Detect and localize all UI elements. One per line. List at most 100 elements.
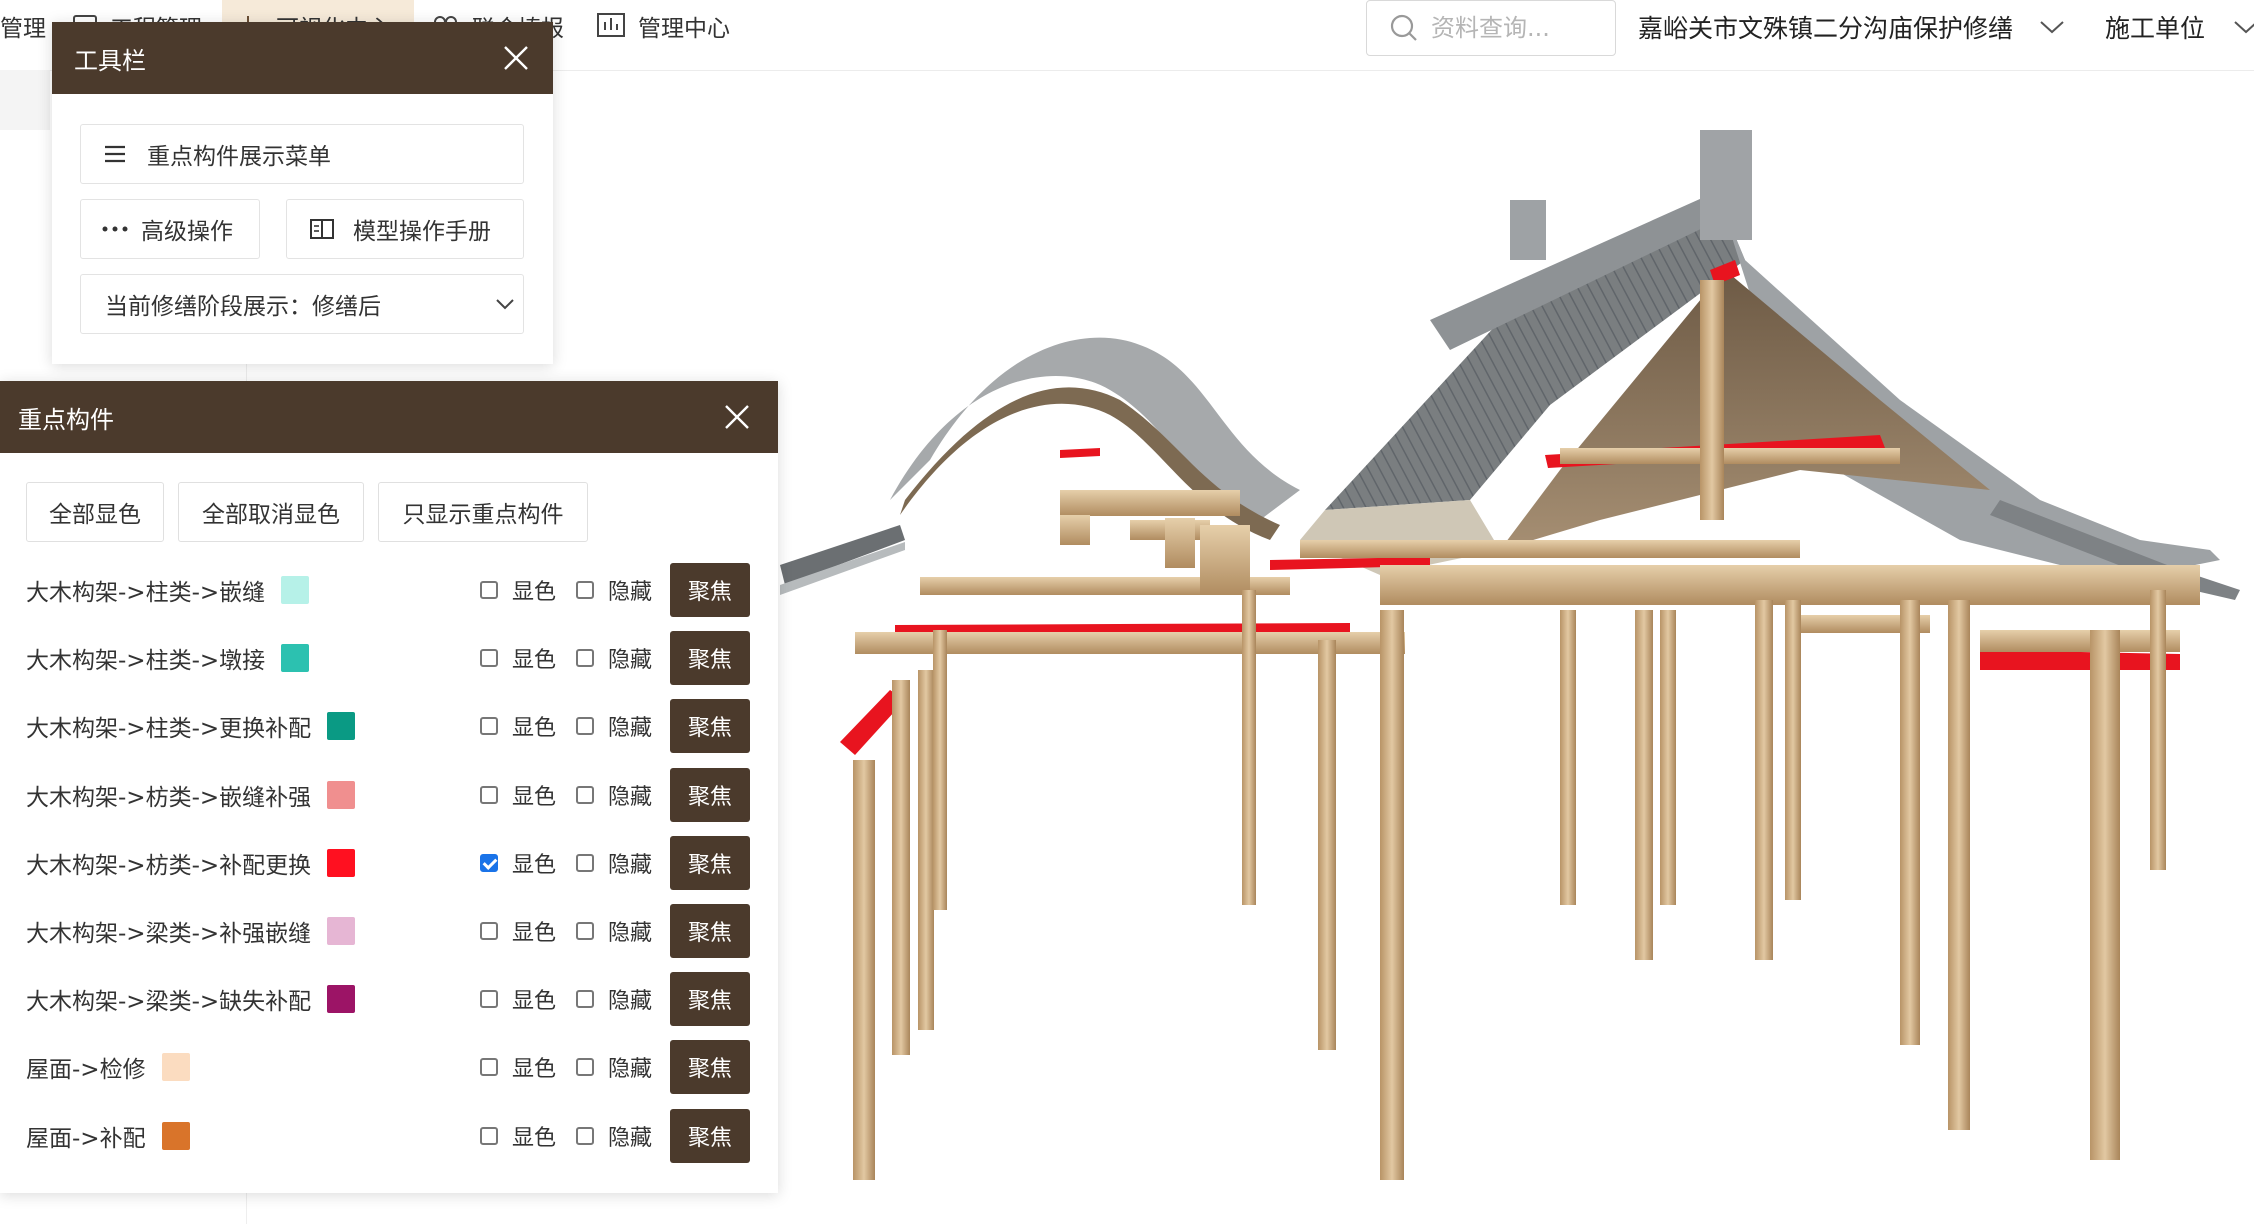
show-color-checkbox[interactable]: 显色 [480,965,556,1033]
component-row: 大木构架->柱类->墩接 显色 隐藏 聚焦 [0,624,778,692]
show-color-checkbox[interactable]: 显色 [480,1033,556,1101]
color-swatch [161,1121,190,1150]
button-label: 全部显色 [49,502,141,528]
button-label: 只显示重点构件 [402,502,564,528]
component-label-wrap: 屋面->补配 [26,1102,190,1170]
key-component-menu-button[interactable]: 重点构件展示菜单 [80,124,524,184]
advanced-ops-button[interactable]: 高级操作 [80,199,260,259]
chevron-down-icon [495,297,515,311]
nav-item-label: 管理中心 [638,16,730,42]
wood-beam [1560,448,1900,464]
component-row: 屋面->补配 显色 隐藏 聚焦 [0,1102,778,1170]
hide-checkbox[interactable]: 隐藏 [576,1033,652,1101]
close-icon[interactable] [724,404,750,430]
focus-button[interactable]: 聚焦 [670,767,750,822]
component-row: 大木构架->枋类->补配更换 显色 隐藏 聚焦 [0,829,778,897]
focus-button[interactable]: 聚焦 [670,1108,750,1163]
focus-button[interactable]: 聚焦 [670,563,750,617]
chevron-down-icon [2233,19,2254,35]
checkbox-box[interactable] [480,990,498,1009]
component-label: 大木构架->柱类->墩接 [26,648,266,675]
hide-checkbox[interactable]: 隐藏 [576,829,652,897]
component-row: 大木构架->枋类->嵌缝补强 显色 隐藏 聚焦 [0,761,778,829]
checkbox-box[interactable] [576,1058,594,1077]
focus-button[interactable]: 聚焦 [670,699,750,754]
chevron-down-icon [2039,19,2065,35]
search-box[interactable] [1366,0,1616,56]
color-swatch [281,576,310,604]
toolbar-panel-header: 工具栏 [52,22,553,94]
nav-item-admin[interactable]: 管理中心 [596,0,730,52]
model-manual-button[interactable]: 模型操作手册 [286,199,524,259]
hide-checkbox[interactable]: 隐藏 [576,965,652,1033]
checkbox-box[interactable] [480,649,498,668]
nav-item-manage[interactable]: 管理 [0,0,46,52]
ridge-ornament-left [1510,200,1546,260]
checkbox-label: 隐藏 [608,648,653,674]
focus-button[interactable]: 聚焦 [670,904,750,958]
show-color-checkbox[interactable]: 显色 [480,829,556,897]
component-label: 大木构架->枋类->嵌缝补强 [26,784,312,811]
checkbox-label: 隐藏 [608,784,653,810]
checkbox-box[interactable] [480,1058,498,1077]
checkbox-box[interactable] [576,785,594,804]
search-icon [1389,13,1419,43]
checkbox-box[interactable] [480,853,498,872]
component-label-wrap: 屋面->检修 [26,1033,190,1101]
unit-selector[interactable]: 施工单位 [2105,10,2254,44]
hide-checkbox[interactable]: 隐藏 [576,692,652,760]
hide-checkbox[interactable]: 隐藏 [576,1102,652,1170]
focus-button[interactable]: 聚焦 [670,1040,750,1095]
checkbox-box[interactable] [576,1126,594,1145]
checkbox-label: 隐藏 [608,1125,653,1151]
button-label: 聚焦 [687,716,732,742]
show-color-checkbox[interactable]: 显色 [480,692,556,760]
focus-button[interactable]: 聚焦 [670,972,750,1027]
wood-columns [853,590,2166,1180]
checkbox-box[interactable] [576,581,594,599]
hide-checkbox[interactable]: 隐藏 [576,897,652,965]
show-color-checkbox[interactable]: 显色 [480,897,556,965]
checkbox-box[interactable] [480,922,498,940]
search-input[interactable] [1429,13,1603,43]
checkbox-box[interactable] [480,717,498,736]
show-color-checkbox[interactable]: 显色 [480,1102,556,1170]
show-all-color-button[interactable]: 全部显色 [26,482,164,542]
button-label: 聚焦 [687,580,732,605]
color-swatch [327,848,356,877]
component-label: 大木构架->枋类->补配更换 [26,852,312,879]
wood-beam [1380,565,2200,605]
hide-checkbox[interactable]: 隐藏 [576,556,652,624]
checkbox-box[interactable] [576,990,594,1009]
checkbox-box[interactable] [576,649,594,668]
red-beam [1060,448,1100,458]
project-selector[interactable]: 嘉峪关市文殊镇二分沟庙保护修缮 [1638,10,2065,44]
show-color-checkbox[interactable]: 显色 [480,761,556,829]
checkbox-label: 显色 [512,784,557,810]
focus-button[interactable]: 聚焦 [670,835,750,890]
checkbox-label: 显色 [512,716,557,742]
show-color-checkbox[interactable]: 显色 [480,624,556,692]
checkbox-label: 隐藏 [608,716,653,742]
close-icon[interactable] [503,45,529,71]
only-key-components-button[interactable]: 只显示重点构件 [378,482,588,542]
checkbox-label: 显色 [512,852,557,878]
checkbox-box[interactable] [480,1126,498,1145]
repair-stage-select[interactable]: 当前修缮阶段展示：修缮后 [80,274,524,334]
checkbox-label: 隐藏 [608,921,653,946]
component-row: 大木构架->梁类->补强嵌缝 显色 隐藏 聚焦 [0,897,778,965]
key-components-panel: 重点构件 全部显色 全部取消显色 只显示重点构件 大木构架->柱类->嵌缝 显色隐… [0,381,778,1193]
checkbox-box[interactable] [576,853,594,872]
hide-checkbox[interactable]: 隐藏 [576,761,652,829]
checkbox-box[interactable] [576,922,594,940]
checkbox-box[interactable] [480,785,498,804]
checkbox-box[interactable] [576,717,594,736]
show-color-checkbox[interactable]: 显色 [480,556,556,624]
focus-button[interactable]: 聚焦 [670,631,750,686]
component-row: 屋面->检修 显色 隐藏 聚焦 [0,1033,778,1101]
checkbox-box[interactable] [480,581,498,599]
cancel-all-color-button[interactable]: 全部取消显色 [178,482,364,542]
hide-checkbox[interactable]: 隐藏 [576,624,652,692]
component-label-wrap: 大木构架->梁类->缺失补配 [26,965,356,1033]
checkbox-label: 显色 [512,989,557,1015]
